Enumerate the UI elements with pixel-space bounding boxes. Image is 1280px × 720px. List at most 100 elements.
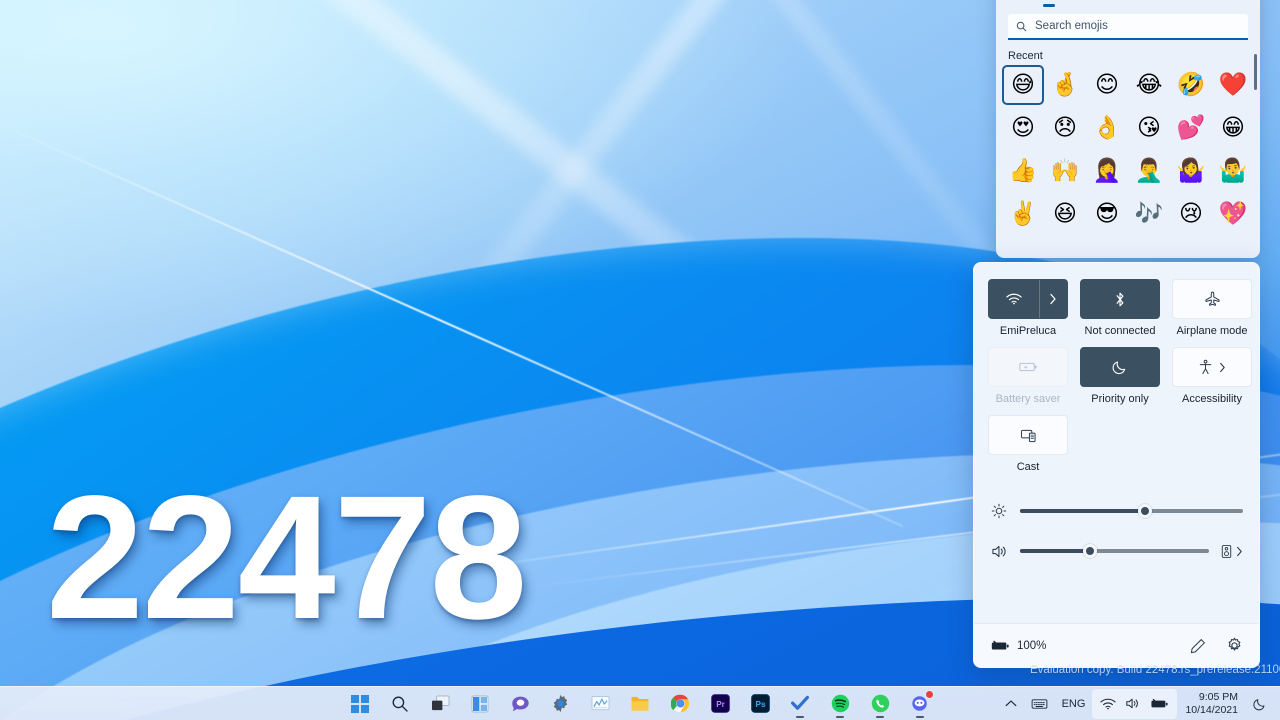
gear-icon[interactable]	[1226, 637, 1243, 654]
task-view-button[interactable]	[425, 689, 455, 719]
emoji-cell[interactable]: 😁	[1212, 108, 1254, 148]
quick-tile-airplane[interactable]: Airplane mode	[1172, 279, 1252, 337]
clock[interactable]: 9:05 PM 10/14/2021	[1177, 691, 1246, 715]
system-tray[interactable]: ENG 9:05 PM 10/14/2021	[998, 687, 1274, 720]
favorites-heart-icon[interactable]	[1226, 0, 1250, 6]
bluetooth-tile-button[interactable]	[1080, 279, 1160, 319]
volume-slider-row[interactable]	[990, 531, 1243, 571]
battery-saver-icon	[1018, 361, 1038, 373]
volume-chevron-right-icon[interactable]	[1236, 546, 1243, 557]
clipboard-tab-icon[interactable]	[1163, 0, 1187, 6]
emoji-cell[interactable]: 👍	[1002, 151, 1044, 191]
quick-tile-bluetooth[interactable]: Not connected	[1080, 279, 1160, 337]
accessibility-tile-button[interactable]	[1172, 347, 1252, 387]
emoji-cell[interactable]: 🤷‍♂️	[1212, 151, 1254, 191]
chevron-up-icon[interactable]	[998, 689, 1024, 719]
wifi-icon[interactable]	[1100, 698, 1117, 710]
emoji-cell[interactable]: 😂	[1128, 65, 1170, 105]
pencil-icon[interactable]	[1190, 638, 1206, 654]
emoji-cell[interactable]: 😍	[1002, 108, 1044, 148]
charts-app[interactable]	[585, 689, 615, 719]
todoist-app[interactable]	[785, 689, 815, 719]
widgets-button[interactable]	[465, 689, 495, 719]
emoji-cell[interactable]: 🎶	[1128, 194, 1170, 234]
emoji-cell[interactable]: 🤷‍♀️	[1170, 151, 1212, 191]
emoji-tab-icon[interactable]	[1037, 0, 1061, 7]
accessibility-chevron-right-icon[interactable]	[1219, 362, 1226, 373]
chrome-app[interactable]	[665, 689, 695, 719]
touch-keyboard-icon[interactable]	[1024, 689, 1055, 719]
wifi-icon[interactable]	[989, 280, 1040, 318]
notifications-moon-icon[interactable]	[1246, 689, 1274, 719]
quick-tile-priority-only[interactable]: Priority only	[1080, 347, 1160, 405]
search-button[interactable]	[385, 689, 415, 719]
file-explorer-app[interactable]	[625, 689, 655, 719]
quick-settings-sliders[interactable]	[974, 473, 1259, 571]
emoji-search-input[interactable]: Search emojis	[1008, 14, 1248, 40]
emoji-panel[interactable]: Search emojis Recent 😅 🤞 😊 😂 🤣 ❤️ 😍 😞 👌 …	[996, 0, 1260, 258]
wifi-tile-button[interactable]	[988, 279, 1068, 319]
emoji-cell[interactable]: 😆	[1044, 194, 1086, 234]
volume-slider[interactable]	[1020, 544, 1209, 558]
quick-settings-footer[interactable]: 100%	[974, 623, 1259, 667]
emoji-cell[interactable]: 😅	[1002, 65, 1044, 105]
brightness-slider[interactable]	[1020, 504, 1243, 518]
airplane-tile-button[interactable]	[1172, 279, 1252, 319]
discord-app[interactable]	[905, 689, 935, 719]
emoji-cell[interactable]: 🤦‍♀️	[1086, 151, 1128, 191]
search-icon	[1016, 21, 1027, 32]
chat-button[interactable]	[505, 689, 535, 719]
spotify-app[interactable]	[825, 689, 855, 719]
quick-settings-panel[interactable]: EmiPreluca Not connected Airplane mode B…	[973, 262, 1260, 668]
brightness-slider-row[interactable]	[990, 491, 1243, 531]
quick-settings-actions[interactable]	[1190, 637, 1243, 654]
emoji-cell[interactable]: 😎	[1086, 194, 1128, 234]
settings-app[interactable]	[545, 689, 575, 719]
emoji-cell[interactable]: 💖	[1212, 194, 1254, 234]
wifi-chevron-right-icon[interactable]	[1040, 280, 1067, 318]
taskbar-app-list[interactable]: Pr Ps	[345, 687, 935, 720]
emoji-cell[interactable]: 😘	[1128, 108, 1170, 148]
volume-icon[interactable]	[1125, 697, 1141, 710]
emoji-cell[interactable]: 💕	[1170, 108, 1212, 148]
emoji-cell[interactable]: 😊	[1086, 65, 1128, 105]
tray-status-icons[interactable]	[1092, 688, 1178, 719]
emoji-cell[interactable]: 🙌	[1044, 151, 1086, 191]
emoji-cell[interactable]: 👌	[1086, 108, 1128, 148]
emoji-cell[interactable]: 😢	[1170, 194, 1212, 234]
emoji-cell[interactable]: 🤣	[1170, 65, 1212, 105]
history-tab-icon[interactable]	[1195, 0, 1219, 6]
emoji-cell[interactable]: 🤞	[1044, 65, 1086, 105]
emoji-cell[interactable]: 😞	[1044, 108, 1086, 148]
whatsapp-app[interactable]	[865, 689, 895, 719]
photoshop-app[interactable]: Ps	[745, 689, 775, 719]
emoji-grid[interactable]: 😅 🤞 😊 😂 🤣 ❤️ 😍 😞 👌 😘 💕 😁 👍 🙌 🤦‍♀️ 🤦‍♂️ 🤷…	[996, 65, 1260, 234]
priority-only-tile-button[interactable]	[1080, 347, 1160, 387]
symbols-tab-icon[interactable]	[1132, 0, 1156, 6]
taskbar[interactable]: Pr Ps ENG 9:05 PM 10/14/2021	[0, 686, 1280, 720]
premiere-pro-app[interactable]: Pr	[705, 689, 735, 719]
quick-tile-cast[interactable]: Cast	[988, 415, 1068, 473]
quick-tile-wifi[interactable]: EmiPreluca	[988, 279, 1068, 337]
emoji-panel-tabs[interactable]	[996, 0, 1260, 10]
priority-only-tile-label: Priority only	[1091, 393, 1149, 405]
back-arrow-icon[interactable]	[1006, 0, 1030, 6]
quick-settings-tiles[interactable]: EmiPreluca Not connected Airplane mode B…	[974, 263, 1259, 473]
volume-output-picker[interactable]	[1221, 544, 1243, 559]
gif-tab-icon[interactable]	[1069, 0, 1093, 6]
start-button[interactable]	[345, 689, 375, 719]
quick-tile-accessibility[interactable]: Accessibility	[1172, 347, 1252, 405]
cast-tile-button[interactable]	[988, 415, 1068, 455]
emoji-cell[interactable]: 🤦‍♂️	[1128, 151, 1170, 191]
quick-tile-battery-saver[interactable]: Battery saver	[988, 347, 1068, 405]
volume-slider-thumb[interactable]	[1082, 544, 1097, 558]
brightness-slider-thumb[interactable]	[1137, 504, 1152, 518]
language-indicator[interactable]: ENG	[1055, 689, 1093, 719]
emoji-cell[interactable]: ❤️	[1212, 65, 1254, 105]
speaker-device-icon[interactable]	[1221, 544, 1232, 559]
kaomoji-tab-icon[interactable]	[1100, 0, 1124, 6]
emoji-scrollbar[interactable]	[1254, 54, 1257, 90]
battery-icon[interactable]	[1150, 698, 1169, 710]
battery-saver-tile-button[interactable]	[988, 347, 1068, 387]
emoji-cell[interactable]: ✌️	[1002, 194, 1044, 234]
